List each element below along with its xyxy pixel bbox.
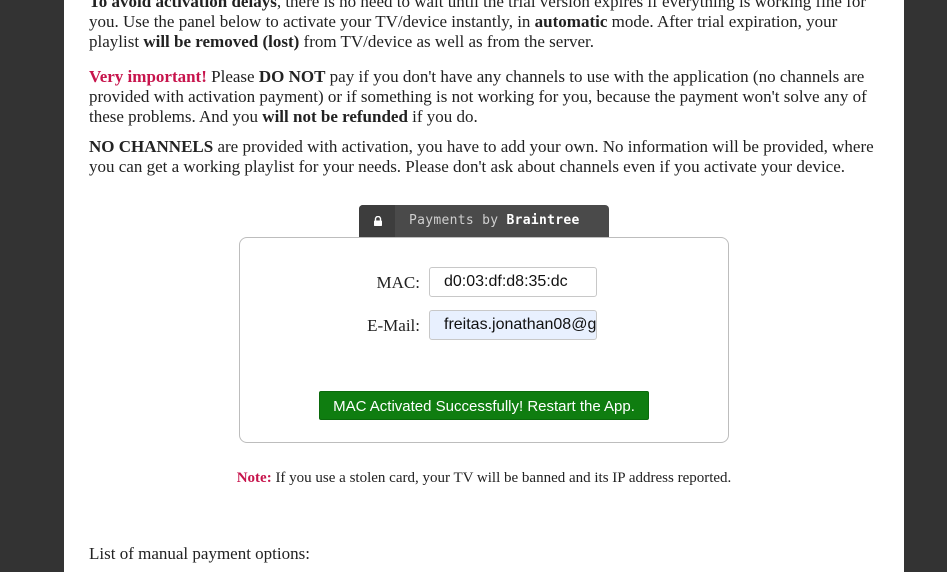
lock-icon bbox=[374, 216, 382, 226]
do-not-emphasis: DO NOT bbox=[258, 67, 326, 86]
note-label: Note: bbox=[236, 470, 272, 486]
very-important-label: Very important! bbox=[89, 67, 207, 86]
email-label: E-Mail: bbox=[367, 316, 420, 335]
email-input[interactable] bbox=[429, 310, 597, 340]
mac-input[interactable] bbox=[429, 267, 597, 297]
activation-panel: MAC: E-Mail: MAC Activated Successfully!… bbox=[239, 237, 729, 443]
manual-payment-heading: List of manual payment options: bbox=[89, 544, 310, 563]
warning-text: if you do. bbox=[407, 107, 478, 126]
mac-activated-button[interactable]: MAC Activated Successfully! Restart the … bbox=[319, 391, 649, 420]
removed-emphasis: will be removed (lost) bbox=[143, 32, 300, 51]
payments-by-label: Payments by Braintree bbox=[409, 213, 580, 228]
not-refunded-emphasis: will not be refunded bbox=[262, 107, 408, 126]
trial-info-text: from TV/device as well as from the serve… bbox=[299, 32, 595, 51]
payments-by-prefix: Payments by bbox=[409, 213, 507, 228]
warning-text: Please bbox=[206, 67, 259, 86]
no-channels-paragraph: NO CHANNELS are provided with activation… bbox=[89, 137, 884, 177]
note-text: If you use a stolen card, your TV will b… bbox=[271, 470, 732, 486]
trial-info-paragraph: To avoid activation delays, there is no … bbox=[89, 0, 884, 52]
automatic-emphasis: automatic bbox=[534, 12, 608, 31]
braintree-brand: Braintree bbox=[506, 213, 580, 228]
stolen-card-note: Note: If you use a stolen card, your TV … bbox=[64, 470, 904, 487]
payments-by-braintree-tab: Payments by Braintree bbox=[359, 205, 609, 237]
mac-label: MAC: bbox=[376, 273, 420, 292]
page-content: To avoid activation delays, there is no … bbox=[64, 0, 904, 572]
activation-delays-emphasis: To avoid activation delays bbox=[89, 0, 277, 11]
no-channels-emphasis: NO CHANNELS bbox=[89, 137, 214, 156]
important-warning-paragraph: Very important! Please DO NOT pay if you… bbox=[89, 67, 884, 127]
lock-cell bbox=[359, 205, 395, 237]
